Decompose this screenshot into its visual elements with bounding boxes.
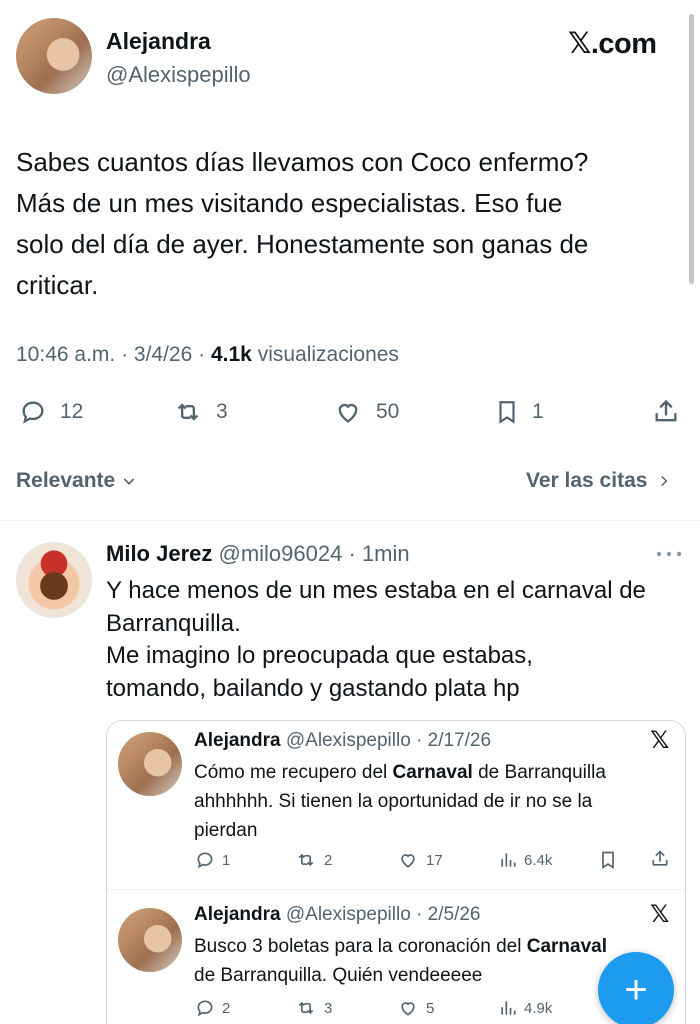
heart-icon [332, 398, 364, 426]
tweet-text-line: criticar. [16, 270, 99, 300]
like-button[interactable]: 50 [332, 398, 399, 426]
reply-text-line: Y hace menos de un mes estaba en el carn… [106, 577, 646, 604]
reply-time[interactable]: 1min [362, 541, 410, 566]
more-options-icon[interactable] [654, 549, 684, 559]
bookmark-icon [494, 398, 520, 426]
quote-author-name: Alejandra [194, 730, 281, 751]
reply-count: 12 [60, 400, 84, 423]
reply-text-line: Barranquilla. [106, 609, 241, 637]
like-count: 50 [376, 400, 400, 423]
quote-avatar [118, 732, 182, 796]
quote-reply-button[interactable]: 2 [194, 998, 230, 1018]
quote-date: 2/5/26 [427, 904, 481, 925]
tweet-text: Sabes cuantos días llevamos con Coco enf… [16, 142, 696, 306]
x-icon: 𝕏 [650, 901, 670, 928]
quote-views[interactable]: 4.9k [498, 998, 552, 1018]
views-label: visualizaciones [257, 343, 399, 366]
bookmark-count: 1 [532, 400, 544, 423]
quote-like-button[interactable]: 17 [396, 850, 443, 870]
repost-icon [294, 998, 318, 1018]
quote-repost-button[interactable]: 3 [294, 998, 332, 1018]
tweet-meta: 10:46 a.m. · 3/4/26 · 4.1k visualizacion… [16, 343, 399, 366]
repost-button[interactable]: 3 [172, 398, 228, 426]
reply-author-name[interactable]: Milo Jerez [106, 541, 212, 566]
repost-icon [172, 398, 204, 426]
reply-icon [18, 398, 48, 426]
quote-text: Cómo me recupero del Carnaval de Barranq… [194, 762, 606, 841]
quote-avatar [118, 908, 182, 972]
views-count: 4.1k [210, 343, 252, 366]
heart-icon [396, 998, 420, 1018]
divider [0, 520, 700, 521]
quote-repost-button[interactable]: 2 [294, 850, 332, 870]
quoted-tweet[interactable]: Alejandra @Alexispepillo · 2/5/26 𝕏 Busc… [106, 890, 686, 1024]
reply-avatar[interactable] [16, 542, 92, 618]
author-avatar[interactable] [16, 18, 92, 94]
tweet-text-line: Más de un mes visitando especialistas. E… [16, 188, 563, 218]
author-handle[interactable]: @Alexispepillo [106, 62, 251, 88]
repost-icon [294, 850, 318, 870]
quote-author-handle: @Alexispepillo [285, 730, 411, 751]
share-icon[interactable] [652, 398, 680, 426]
view-quotes-link[interactable]: Ver las citas [526, 469, 671, 493]
tweet-time[interactable]: 10:46 a.m. [16, 343, 115, 366]
quoted-tweet[interactable]: Alejandra @Alexispepillo · 2/17/26 𝕏 Cóm… [106, 720, 686, 890]
reply-text: Y hace menos de un mes estaba en el carn… [106, 575, 696, 705]
quote-like-button[interactable]: 5 [396, 998, 434, 1018]
author-name[interactable]: Alejandra [106, 28, 211, 55]
reply-text-line: Me imagino lo preocupada que estabas, [106, 642, 533, 669]
reply-button[interactable]: 12 [18, 398, 83, 426]
quote-views[interactable]: 6.4k [498, 850, 552, 870]
tweet-text-line: Sabes cuantos días llevamos con Coco enf… [16, 147, 589, 177]
repost-count: 3 [216, 400, 228, 423]
quote-author-handle: @Alexispepillo [285, 904, 411, 925]
bookmark-button[interactable]: 1 [494, 398, 544, 426]
tweet-text-line: solo del día de ayer. Honestamente son g… [16, 229, 589, 259]
chevron-down-icon [121, 473, 137, 489]
quote-header: Alejandra @Alexispepillo · 2/5/26 [194, 904, 481, 925]
reply-icon [194, 850, 216, 870]
compose-button[interactable]: + [598, 952, 674, 1024]
x-icon: 𝕏 [650, 727, 670, 754]
bookmark-icon[interactable] [598, 850, 618, 870]
quote-date: 2/17/26 [427, 730, 492, 751]
view-quotes-label: Ver las citas [526, 469, 648, 492]
reply-author-handle[interactable]: @milo96024 [219, 541, 343, 566]
heart-icon [396, 850, 420, 870]
reply-icon [194, 998, 216, 1018]
sort-dropdown[interactable]: Relevante [16, 469, 137, 493]
quote-header: Alejandra @Alexispepillo · 2/17/26 [194, 730, 492, 751]
reply-header: Milo Jerez @milo96024 · 1min [106, 541, 410, 566]
x-logo: 𝕏.com [568, 28, 657, 60]
reply-text-line: tomando, bailando y gastando plata hp [106, 674, 520, 702]
chevron-right-icon [657, 472, 671, 490]
tweet-date[interactable]: 3/4/26 [134, 343, 192, 366]
views-icon [498, 998, 518, 1018]
share-icon[interactable] [650, 849, 670, 869]
sort-label: Relevante [16, 469, 116, 492]
quote-author-name: Alejandra [194, 904, 281, 925]
quote-reply-button[interactable]: 1 [194, 850, 230, 870]
views-icon [498, 850, 518, 870]
plus-icon: + [624, 967, 648, 1012]
